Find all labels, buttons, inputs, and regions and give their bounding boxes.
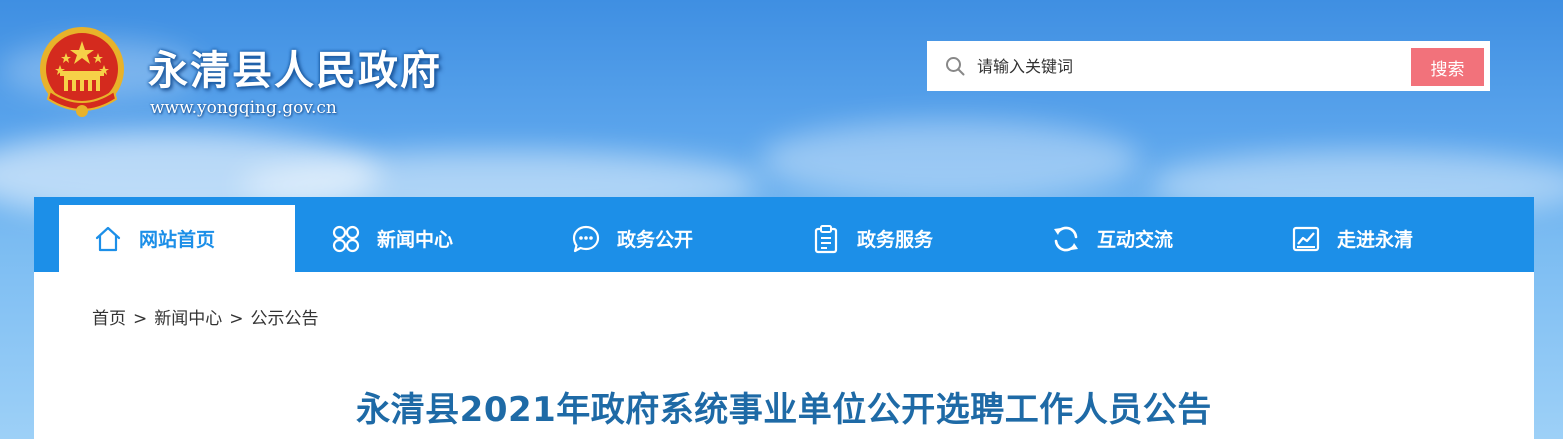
home-icon: [95, 226, 121, 251]
site-title: 永清县人民政府: [148, 47, 442, 94]
chart-icon: [1292, 226, 1320, 251]
nav-item-label: 互动交流: [1097, 229, 1174, 251]
nav-item-gov-affairs[interactable]: 政务公开: [537, 205, 773, 272]
search-input[interactable]: [977, 49, 1397, 83]
breadcrumb-separator: >: [229, 309, 244, 329]
nav-item-label: 网站首页: [139, 229, 216, 251]
breadcrumb-announcements[interactable]: 公示公告: [251, 309, 319, 329]
nav-item-interaction[interactable]: 互动交流: [1017, 205, 1253, 272]
nav-item-home[interactable]: 网站首页: [59, 205, 295, 272]
grid-icon: [332, 225, 360, 252]
nav-item-label: 走进永清: [1337, 229, 1414, 251]
nav-item-gov-services[interactable]: 政务服务: [777, 205, 1013, 272]
nav-item-label: 新闻中心: [377, 229, 454, 251]
refresh-icon: [1054, 226, 1078, 251]
clipboard-icon: [814, 224, 838, 253]
chat-icon: [572, 225, 600, 252]
nav-item-news[interactable]: 新闻中心: [297, 205, 533, 272]
breadcrumb-home[interactable]: 首页: [92, 309, 126, 329]
article-title: 永清县2021年政府系统事业单位公开选聘工作人员公告: [356, 390, 1212, 430]
search-icon: [946, 57, 965, 76]
search-button[interactable]: 搜索: [1411, 48, 1484, 86]
national-emblem-logo: [40, 27, 124, 117]
main-content: 首页 > 新闻中心 > 公示公告 永清县2021年政府系统事业单位公开选聘工作人员公告: [34, 272, 1534, 439]
site-url: www.yongqing.gov.cn: [150, 98, 337, 118]
breadcrumb-separator: >: [133, 309, 148, 329]
main-nav: 网站首页 新闻中心 政务公开 政务服务 互动交流 走进永清: [34, 197, 1534, 272]
nav-item-label: 政务公开: [617, 229, 694, 251]
background-cloud: [760, 120, 1140, 200]
breadcrumb: 首页 > 新闻中心 > 公示公告: [92, 304, 319, 329]
nav-item-about[interactable]: 走进永清: [1257, 205, 1493, 272]
breadcrumb-news-center[interactable]: 新闻中心: [154, 309, 222, 329]
search-box: 搜索: [927, 41, 1490, 91]
nav-item-label: 政务服务: [857, 229, 934, 251]
